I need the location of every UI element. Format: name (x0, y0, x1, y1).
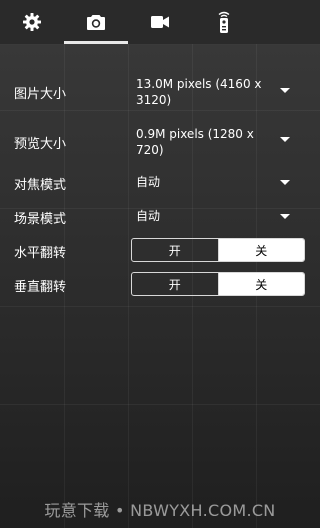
scene-mode-value[interactable]: 自动 (136, 208, 266, 224)
horizontal-flip-on-option[interactable]: 开 (132, 239, 219, 261)
horizontal-flip-label: 水平翻转 (14, 246, 67, 261)
tab-settings[interactable] (0, 0, 64, 44)
picture-size-label: 图片大小 (14, 87, 67, 102)
picture-size-value[interactable]: 13.0M pixels (4160 x 3120) (136, 76, 266, 108)
vertical-flip-label: 垂直翻转 (14, 280, 67, 295)
remote-control-icon (216, 10, 232, 34)
watermark: 玩意下载 • NBWYXH.COM.CN (44, 501, 276, 520)
focus-mode-value[interactable]: 自动 (136, 174, 266, 190)
chevron-down-icon[interactable] (280, 180, 290, 185)
chevron-down-icon[interactable] (280, 214, 290, 219)
tab-photo[interactable] (64, 0, 128, 44)
horizontal-flip-off-option[interactable]: 关 (218, 239, 304, 261)
scene-mode-label: 场景模式 (14, 212, 67, 227)
top-tab-bar (0, 0, 320, 45)
preview-size-value[interactable]: 0.9M pixels (1280 x 720) (136, 126, 266, 158)
camera-icon (86, 13, 106, 31)
tab-remote[interactable] (192, 0, 256, 44)
vertical-flip-off-option[interactable]: 关 (218, 273, 304, 295)
vertical-flip-toggle[interactable]: 开 关 (131, 272, 305, 296)
video-camera-icon (150, 15, 170, 29)
preview-size-label: 预览大小 (14, 137, 67, 152)
gear-icon (22, 12, 42, 32)
chevron-down-icon[interactable] (280, 88, 290, 93)
horizontal-flip-toggle[interactable]: 开 关 (131, 238, 305, 262)
chevron-down-icon[interactable] (280, 137, 290, 142)
tab-video[interactable] (128, 0, 192, 44)
vertical-flip-on-option[interactable]: 开 (132, 273, 219, 295)
focus-mode-label: 对焦模式 (14, 178, 67, 193)
